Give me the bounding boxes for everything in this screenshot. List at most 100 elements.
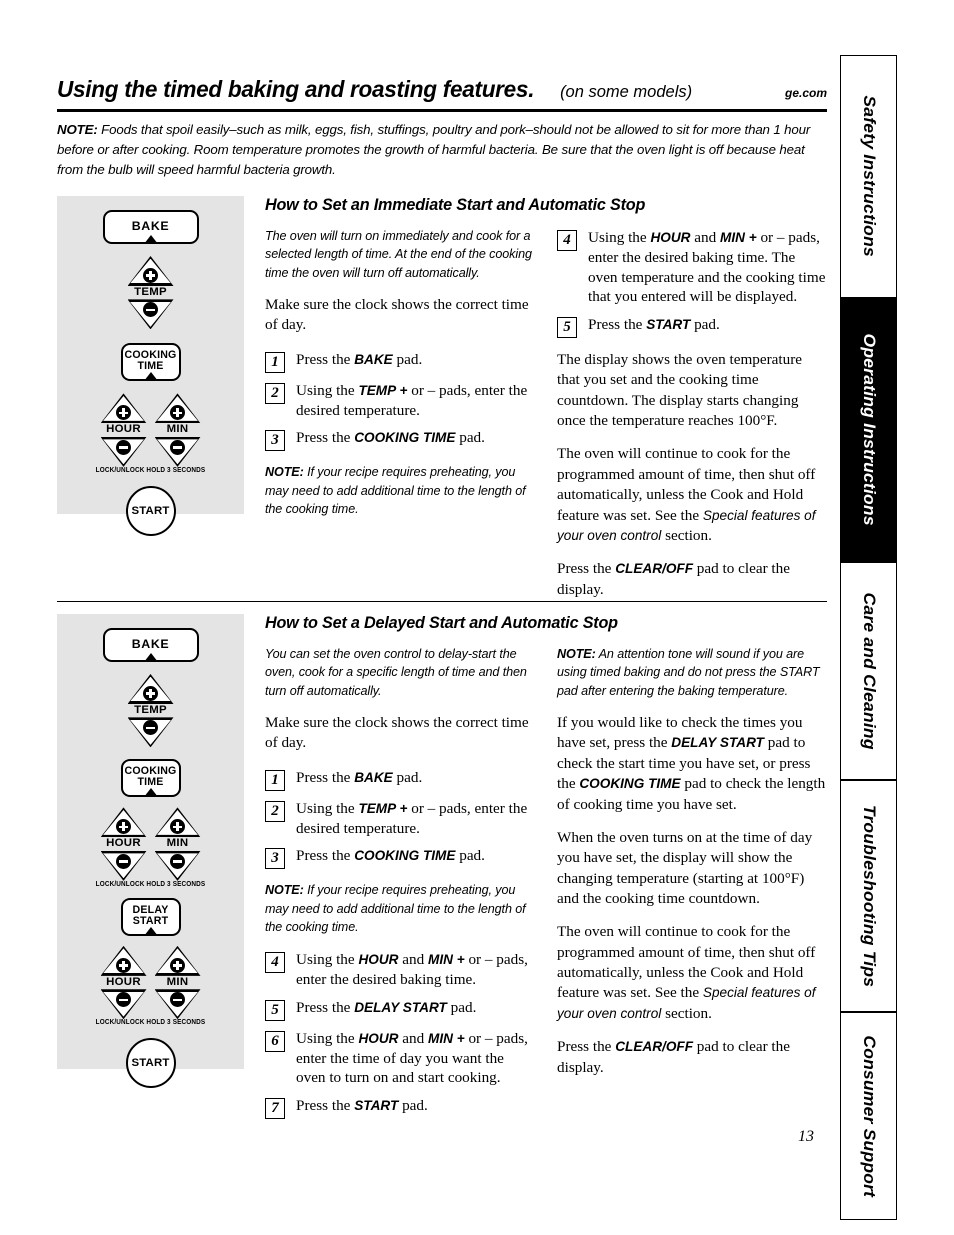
min-column: MIN bbox=[154, 807, 201, 881]
step-text: Using the TEMP + or – pads, enter the de… bbox=[296, 798, 535, 839]
step-bold: TEMP + bbox=[358, 382, 408, 398]
hour-plus-pad[interactable] bbox=[100, 807, 147, 838]
step-item: 6 Using the HOUR and MIN + or – pads, en… bbox=[265, 1028, 535, 1088]
step-item: 1 Press the BAKE pad. bbox=[265, 767, 535, 791]
section1-continue-para: The oven will continue to cook for the p… bbox=[557, 444, 827, 546]
minus-icon bbox=[116, 853, 131, 869]
tab-label: Consumer Support bbox=[860, 1035, 878, 1197]
cooking-time-pad[interactable]: COOKING TIME bbox=[120, 343, 181, 382]
step-bold2: MIN + bbox=[720, 230, 757, 245]
note-text: An attention tone will sound if you are … bbox=[557, 647, 820, 698]
cooking-time-pad-label: COOKING TIME bbox=[124, 350, 176, 372]
delay-start-pad[interactable]: DELAY START bbox=[120, 897, 181, 936]
min-column-2: MIN bbox=[154, 945, 201, 1020]
para-part-b: section. bbox=[661, 526, 712, 544]
bake-pad-label: BAKE bbox=[131, 219, 170, 234]
tab-consumer-support[interactable]: Consumer Support bbox=[840, 1012, 897, 1220]
triangle-up-icon bbox=[143, 788, 158, 798]
step-bold2: MIN + bbox=[428, 1030, 465, 1046]
step-item: 2 Using the TEMP + or – pads, enter the … bbox=[265, 798, 535, 839]
oven-control-panel-diagram-2: BAKE TEMP COOKING TIME HOUR MIN LOCK/UNL… bbox=[57, 614, 244, 1089]
step-item: 5 Press the START pad. bbox=[557, 314, 827, 338]
section2-note2: NOTE: An attention tone will sound if yo… bbox=[557, 645, 827, 700]
section2-right-column: NOTE: An attention tone will sound if yo… bbox=[557, 645, 827, 1126]
step-item: 3 Press the COOKING TIME pad. bbox=[265, 845, 535, 870]
note-label: NOTE: bbox=[557, 647, 596, 661]
step-text: Using the TEMP + or – pads, enter the de… bbox=[296, 380, 535, 421]
bake-pad[interactable]: BAKE bbox=[102, 628, 199, 662]
tab-label: Safety Instructions bbox=[860, 95, 878, 258]
hour2-label: HOUR bbox=[106, 975, 141, 988]
section1-columns: How to Set an Immediate Start and Automa… bbox=[265, 196, 827, 613]
min-label: MIN bbox=[166, 423, 189, 436]
tab-care-and-cleaning[interactable]: Care and Cleaning bbox=[840, 562, 897, 780]
temp-plus-pad[interactable] bbox=[127, 674, 174, 704]
bake-pad[interactable]: BAKE bbox=[102, 210, 199, 244]
min2-label: MIN bbox=[166, 975, 189, 988]
step-item: 4 Using the HOUR and MIN + or – pads, en… bbox=[557, 227, 827, 307]
step-text: Press the BAKE pad. bbox=[296, 767, 422, 788]
triangle-up-icon bbox=[143, 235, 158, 244]
step-number: 7 bbox=[265, 1098, 285, 1120]
min-minus-pad[interactable] bbox=[154, 436, 201, 467]
step-post: pad. bbox=[455, 429, 485, 447]
min2-minus-pad[interactable] bbox=[154, 989, 201, 1020]
step-post: pad. bbox=[690, 316, 720, 333]
step-number: 2 bbox=[265, 382, 285, 404]
minus-icon bbox=[170, 853, 185, 869]
hour2-plus-pad[interactable] bbox=[100, 945, 147, 976]
step-bold: TEMP + bbox=[358, 800, 408, 816]
cooking-time-pad[interactable]: COOKING TIME bbox=[120, 759, 181, 798]
start-pad[interactable]: START bbox=[125, 1038, 176, 1089]
min-plus-pad[interactable] bbox=[154, 393, 201, 424]
tab-troubleshooting-tips[interactable]: Troubleshooting Tips bbox=[840, 780, 897, 1012]
step-bold: HOUR bbox=[358, 1030, 399, 1046]
delay-start-pad-label: DELAY START bbox=[133, 904, 169, 927]
step-item: 4 Using the HOUR and MIN + or – pads, en… bbox=[265, 949, 535, 990]
step-text: Press the COOKING TIME pad. bbox=[296, 427, 485, 448]
lock-unlock-note-2: LOCK/UNLOCK HOLD 3 SECONDS bbox=[95, 1018, 206, 1027]
hour-minus-pad[interactable] bbox=[100, 850, 147, 881]
step-bold2: MIN + bbox=[428, 952, 465, 968]
step-number: 5 bbox=[265, 999, 285, 1021]
plus-icon bbox=[116, 957, 131, 973]
step-post: pad. bbox=[392, 350, 423, 368]
para-part-a: Press the bbox=[557, 560, 616, 578]
step-pre: Press the bbox=[296, 998, 355, 1016]
section2-note: NOTE: If your recipe requires preheating… bbox=[265, 881, 535, 936]
top-note: NOTE: Foods that spoil easily–such as mi… bbox=[57, 120, 827, 181]
step-number: 4 bbox=[557, 230, 577, 251]
temp-plus-pad[interactable] bbox=[127, 256, 174, 286]
min-minus-pad[interactable] bbox=[154, 850, 201, 881]
min2-plus-pad[interactable] bbox=[154, 945, 201, 976]
ge-com-link[interactable]: ge.com bbox=[785, 86, 827, 100]
hour-column-2: HOUR bbox=[100, 945, 147, 1020]
start-pad[interactable]: START bbox=[125, 485, 176, 536]
lock-unlock-note: LOCK/UNLOCK HOLD 3 SECONDS bbox=[95, 466, 206, 475]
para-bold-2: COOKING TIME bbox=[579, 776, 681, 792]
step-mid: and bbox=[398, 951, 428, 969]
hour-minus-pad[interactable] bbox=[100, 436, 147, 467]
tab-operating-instructions[interactable]: Operating Instructions bbox=[840, 298, 897, 562]
step-pre: Using the bbox=[296, 799, 359, 817]
step-pre: Using the bbox=[296, 1029, 359, 1047]
step-number: 2 bbox=[265, 800, 285, 822]
plus-icon bbox=[143, 268, 158, 283]
section-tab-rail: Safety Instructions Operating Instructio… bbox=[840, 55, 897, 1220]
hour-plus-pad[interactable] bbox=[100, 393, 147, 424]
hour2-minus-pad[interactable] bbox=[100, 989, 147, 1020]
section2-clear-para: Press the CLEAR/OFF pad to clear the dis… bbox=[557, 1037, 827, 1078]
para-part-b: section. bbox=[661, 1004, 712, 1022]
temp-minus-pad[interactable] bbox=[127, 717, 174, 748]
hour-column: HOUR bbox=[100, 807, 147, 881]
tab-safety-instructions[interactable]: Safety Instructions bbox=[840, 55, 897, 298]
step-pre: Press the bbox=[588, 316, 647, 333]
para-part-a: Press the bbox=[557, 1038, 616, 1056]
step-item: 2 Using the TEMP + or – pads, enter the … bbox=[265, 380, 535, 421]
min-plus-pad[interactable] bbox=[154, 807, 201, 838]
temp-minus-pad[interactable] bbox=[127, 299, 174, 330]
min-column: MIN bbox=[154, 393, 201, 467]
step-text: Using the HOUR and MIN + or – pads, ente… bbox=[296, 1028, 535, 1088]
section1-display-para: The display shows the oven temperature t… bbox=[557, 351, 803, 430]
step-item: 5 Press the DELAY START pad. bbox=[265, 997, 535, 1021]
